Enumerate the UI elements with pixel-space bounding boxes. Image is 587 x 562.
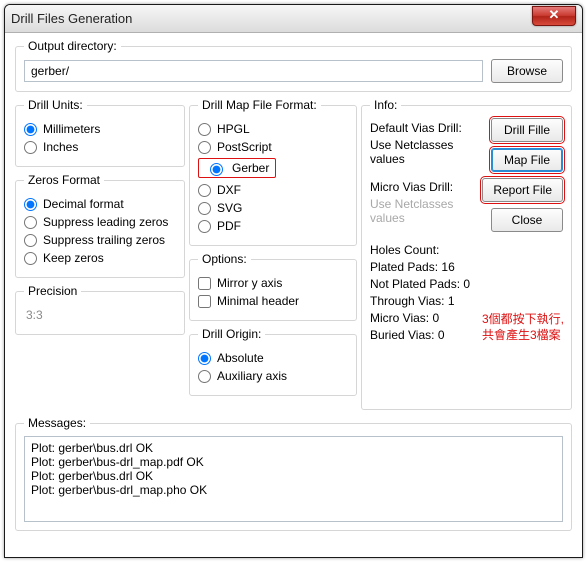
- radio-suppress-leading[interactable]: Suppress leading zeros: [24, 215, 176, 229]
- radio-gerber-highlight: Gerber: [198, 158, 276, 178]
- titlebar[interactable]: Drill Files Generation ✕: [5, 5, 582, 33]
- dialog-window: Drill Files Generation ✕ Output director…: [4, 4, 583, 558]
- options-group: Options: Mirror y axis Minimal header: [189, 252, 357, 321]
- radio-millimeters[interactable]: Millimeters: [24, 122, 176, 136]
- map-format-legend: Drill Map File Format:: [198, 98, 321, 112]
- message-line: Plot: gerber\bus.drl OK: [31, 441, 556, 455]
- holes-plated: Plated Pads: 16: [370, 260, 476, 274]
- use-netclasses-2: Use Netclasses values: [370, 197, 476, 225]
- micro-vias-label: Micro Vias Drill:: [370, 180, 476, 194]
- messages-legend: Messages:: [24, 416, 90, 430]
- holes-buried: Buried Vias: 0: [370, 328, 476, 342]
- drill-units-legend: Drill Units:: [24, 98, 87, 112]
- options-legend: Options:: [198, 252, 251, 266]
- close-button[interactable]: Close: [491, 208, 563, 232]
- radio-label: Gerber: [232, 161, 269, 175]
- drill-origin-legend: Drill Origin:: [198, 327, 265, 341]
- message-line: Plot: gerber\bus-drl_map.pdf OK: [31, 455, 556, 469]
- report-file-button[interactable]: Report File: [482, 178, 563, 202]
- messages-box[interactable]: Plot: gerber\bus.drl OK Plot: gerber\bus…: [24, 436, 563, 522]
- radio-dxf[interactable]: DXF: [198, 183, 348, 197]
- message-line: Plot: gerber\bus-drl_map.pho OK: [31, 483, 556, 497]
- drill-file-button[interactable]: Drill Fille: [491, 118, 563, 142]
- radio-decimal[interactable]: Decimal format: [24, 197, 176, 211]
- radio-pdf[interactable]: PDF: [198, 219, 348, 233]
- precision-value: 3:3: [26, 308, 174, 322]
- radio-millimeters-input[interactable]: [24, 123, 37, 136]
- radio-auxiliary[interactable]: Auxiliary axis: [198, 369, 348, 383]
- radio-inches-input[interactable]: [24, 141, 37, 154]
- holes-count-title: Holes Count:: [370, 243, 476, 257]
- map-file-button[interactable]: Map File: [491, 148, 563, 172]
- browse-button[interactable]: Browse: [491, 59, 563, 83]
- holes-micro: Micro Vias: 0: [370, 311, 476, 325]
- zeros-format-group: Zeros Format Decimal format Suppress lea…: [15, 173, 185, 278]
- output-directory-input[interactable]: [24, 60, 483, 82]
- radio-postscript[interactable]: PostScript: [198, 140, 348, 154]
- messages-group: Messages: Plot: gerber\bus.drl OK Plot: …: [15, 416, 572, 531]
- radio-svg[interactable]: SVG: [198, 201, 348, 215]
- holes-notplated: Not Plated Pads: 0: [370, 277, 476, 291]
- message-line: Plot: gerber\bus.drl OK: [31, 469, 556, 483]
- radio-suppress-trailing[interactable]: Suppress trailing zeros: [24, 233, 176, 247]
- info-legend: Info:: [370, 98, 401, 112]
- output-directory-group: Output directory: Browse: [15, 39, 572, 92]
- holes-through: Through Vias: 1: [370, 294, 476, 308]
- window-title: Drill Files Generation: [11, 11, 532, 26]
- precision-legend: Precision: [24, 284, 81, 298]
- use-netclasses-1: Use Netclasses values: [370, 138, 476, 166]
- radio-gerber[interactable]: [210, 163, 223, 176]
- drill-origin-group: Drill Origin: Absolute Auxiliary axis: [189, 327, 357, 396]
- radio-label: Millimeters: [43, 122, 100, 136]
- annotation-overlay: 3個都按下執行, 共會產生3檔案: [482, 311, 564, 343]
- map-format-group: Drill Map File Format: HPGL PostScript G…: [189, 98, 357, 246]
- radio-absolute[interactable]: Absolute: [198, 351, 348, 365]
- close-icon[interactable]: ✕: [532, 6, 576, 26]
- info-group: Info: Default Vias Drill: Use Netclasses…: [361, 98, 572, 410]
- radio-inches[interactable]: Inches: [24, 140, 176, 154]
- drill-units-group: Drill Units: Millimeters Inches: [15, 98, 185, 167]
- holes-list: Plated Pads: 16 Not Plated Pads: 0 Throu…: [370, 260, 476, 342]
- checkbox-minimal-header[interactable]: Minimal header: [198, 294, 348, 308]
- radio-hpgl[interactable]: HPGL: [198, 122, 348, 136]
- checkbox-mirror-y[interactable]: Mirror y axis: [198, 276, 348, 290]
- precision-group: Precision 3:3: [15, 284, 185, 335]
- radio-keep-zeros[interactable]: Keep zeros: [24, 251, 176, 265]
- default-vias-label: Default Vias Drill:: [370, 121, 476, 135]
- output-directory-label: Output directory:: [24, 39, 121, 53]
- zeros-format-legend: Zeros Format: [24, 173, 104, 187]
- radio-label: Inches: [43, 140, 78, 154]
